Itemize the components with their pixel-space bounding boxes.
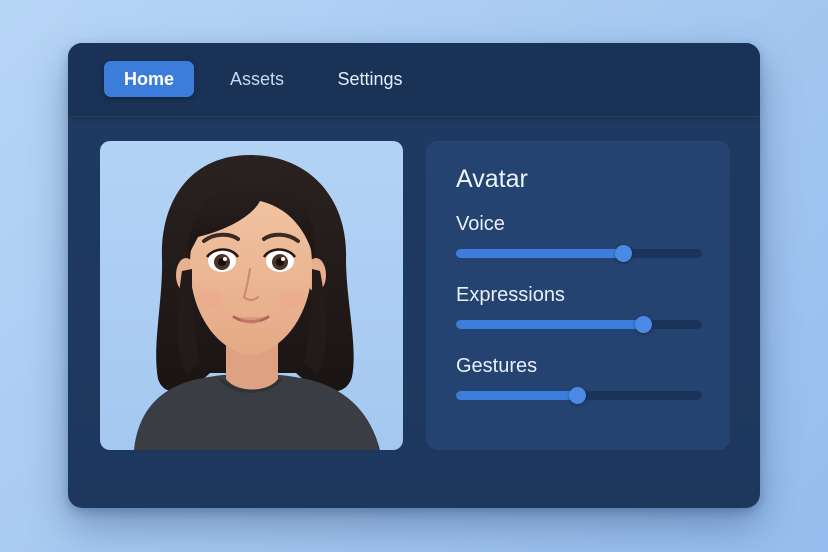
tab-settings[interactable]: Settings — [326, 61, 414, 97]
voice-slider-thumb[interactable] — [615, 245, 633, 262]
expressions-slider-thumb[interactable] — [634, 316, 652, 333]
avatar-preview — [100, 141, 403, 450]
voice-slider-fill — [456, 249, 624, 258]
gestures-label: Gestures — [456, 355, 538, 377]
avatar-settings-panel: Avatar Voice Expressions Gestures — [426, 141, 730, 450]
gestures-slider[interactable] — [456, 387, 702, 404]
expressions-slider-fill — [456, 320, 643, 329]
gestures-slider-thumb[interactable] — [568, 387, 586, 404]
top-navigation-bar: Home Assets Settings — [68, 43, 760, 117]
app-window: Home Assets Settings Avatar Voice Expres… — [68, 43, 760, 508]
panel-title: Avatar — [456, 165, 528, 193]
avatar-portrait-illustration — [134, 155, 380, 450]
voice-label: Voice — [456, 213, 505, 235]
gestures-slider-fill — [456, 391, 577, 400]
expressions-label: Expressions — [456, 284, 565, 306]
voice-slider[interactable] — [456, 245, 702, 262]
expressions-slider[interactable] — [456, 316, 702, 333]
tab-home[interactable]: Home — [104, 61, 194, 97]
tab-assets[interactable]: Assets — [218, 61, 296, 97]
